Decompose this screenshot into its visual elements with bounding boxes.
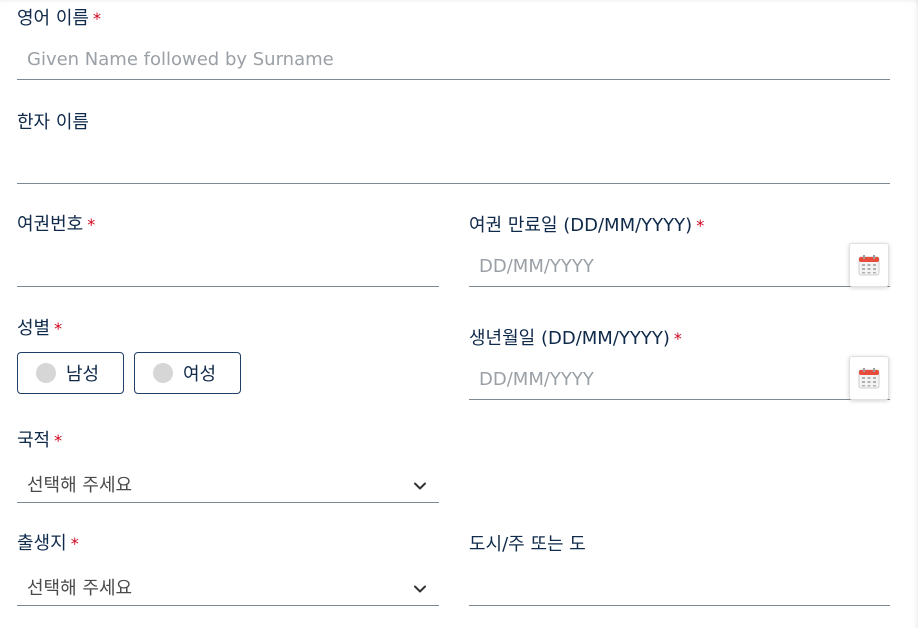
required-marker: * bbox=[54, 431, 63, 450]
english-name-label: 영어 이름 * bbox=[17, 8, 101, 30]
gender-option-female[interactable]: 여성 bbox=[134, 352, 241, 394]
nationality-select[interactable]: 선택해 주세요 bbox=[17, 471, 439, 503]
required-marker: * bbox=[696, 216, 705, 235]
birthplace-label-text: 출생지 bbox=[17, 533, 67, 554]
required-marker: * bbox=[70, 534, 79, 553]
gender-label-text: 성별 bbox=[17, 318, 51, 339]
passport-expiry-label: 여권 만료일 (DD/MM/YYYY) * bbox=[469, 215, 704, 237]
radio-circle-icon bbox=[36, 363, 56, 383]
hanja-name-input[interactable] bbox=[17, 144, 890, 184]
birth-date-label: 생년월일 (DD/MM/YYYY) * bbox=[469, 328, 682, 350]
nationality-select-value: 선택해 주세요 bbox=[27, 475, 133, 496]
hanja-name-label: 한자 이름 bbox=[17, 112, 89, 134]
passport-number-label: 여권번호 * bbox=[17, 214, 95, 236]
radio-circle-icon bbox=[153, 363, 173, 383]
english-name-label-text: 영어 이름 bbox=[17, 8, 89, 29]
calendar-icon bbox=[858, 368, 880, 389]
birth-date-label-text: 생년월일 (DD/MM/YYYY) bbox=[469, 328, 670, 349]
english-name-input[interactable] bbox=[17, 40, 890, 80]
passport-expiry-label-text: 여권 만료일 (DD/MM/YYYY) bbox=[469, 215, 693, 236]
passport-number-input[interactable] bbox=[17, 246, 439, 287]
gender-option-male[interactable]: 남성 bbox=[17, 352, 124, 394]
required-marker: * bbox=[92, 9, 101, 28]
city-state-input[interactable] bbox=[469, 566, 890, 606]
calendar-icon bbox=[858, 255, 880, 276]
birthplace-select[interactable]: 선택해 주세요 bbox=[17, 574, 439, 606]
passport-expiry-calendar-button[interactable] bbox=[849, 243, 889, 287]
birth-date-calendar-button[interactable] bbox=[849, 356, 889, 400]
required-marker: * bbox=[673, 329, 682, 348]
gender-option-male-label: 남성 bbox=[66, 364, 100, 385]
gender-option-female-label: 여성 bbox=[183, 364, 217, 385]
birthplace-label: 출생지 * bbox=[17, 533, 79, 555]
birthplace-select-value: 선택해 주세요 bbox=[27, 578, 133, 599]
chevron-down-icon bbox=[414, 482, 426, 490]
gender-label: 성별 * bbox=[17, 318, 62, 340]
birth-date-input[interactable] bbox=[469, 359, 890, 400]
application-form: 영어 이름* 한자 이름 여권번호* 여권 만료일 (DD/MM/YYYY)* … bbox=[0, 0, 918, 628]
required-marker: * bbox=[54, 319, 63, 338]
city-state-label-text: 도시/주 또는 도 bbox=[469, 534, 586, 555]
chevron-down-icon bbox=[414, 585, 426, 593]
passport-expiry-input[interactable] bbox=[469, 246, 890, 287]
city-state-label: 도시/주 또는 도 bbox=[469, 534, 586, 556]
passport-number-label-text: 여권번호 bbox=[17, 214, 84, 235]
required-marker: * bbox=[87, 215, 96, 234]
hanja-name-label-text: 한자 이름 bbox=[17, 112, 89, 133]
nationality-label: 국적 * bbox=[17, 430, 62, 452]
nationality-label-text: 국적 bbox=[17, 430, 51, 451]
